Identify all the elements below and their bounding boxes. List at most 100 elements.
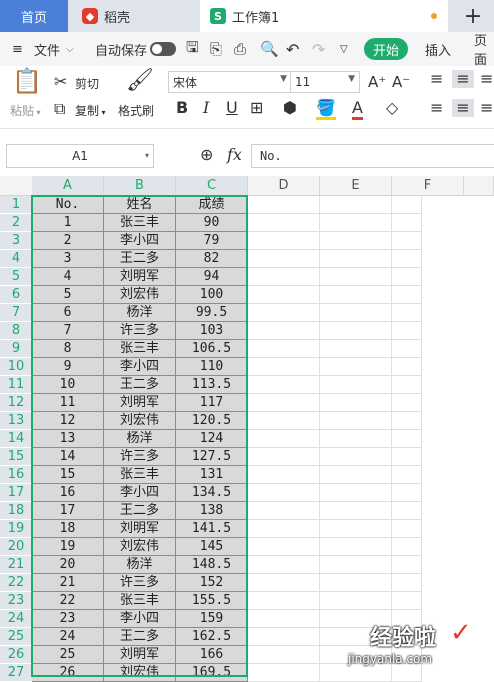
table-cell[interactable]: 10 xyxy=(32,376,104,394)
decrease-font-icon[interactable]: A⁻ xyxy=(392,73,410,91)
row-header[interactable]: 18 xyxy=(0,502,32,520)
row-header[interactable]: 16 xyxy=(0,466,32,484)
table-cell[interactable] xyxy=(248,592,320,610)
table-cell[interactable]: 124 xyxy=(176,430,248,448)
table-cell[interactable]: 9 xyxy=(32,358,104,376)
more-dropdown-icon[interactable]: ▽ xyxy=(340,32,348,66)
table-cell[interactable]: 22 xyxy=(32,592,104,610)
table-cell[interactable] xyxy=(320,376,392,394)
tab-workbook[interactable]: S 工作簿1 xyxy=(200,0,448,32)
table-cell[interactable]: 169.5 xyxy=(176,664,248,682)
table-cell[interactable] xyxy=(248,448,320,466)
table-cell[interactable]: 姓名 xyxy=(104,196,176,214)
table-cell[interactable] xyxy=(248,232,320,250)
table-cell[interactable]: 24 xyxy=(32,628,104,646)
table-cell[interactable]: 7 xyxy=(32,322,104,340)
table-cell[interactable] xyxy=(248,214,320,232)
paste-button[interactable]: 粘贴 ▾ xyxy=(10,102,41,119)
table-cell[interactable]: 131 xyxy=(176,466,248,484)
border-icon[interactable]: ⊞ xyxy=(250,99,263,117)
row-header[interactable]: 23 xyxy=(0,592,32,610)
table-cell[interactable]: 李小四 xyxy=(104,484,176,502)
row-header[interactable]: 8 xyxy=(0,322,32,340)
table-cell[interactable] xyxy=(392,520,422,538)
table-cell[interactable]: 148.5 xyxy=(176,556,248,574)
row-header[interactable]: 11 xyxy=(0,376,32,394)
table-cell[interactable]: 162.5 xyxy=(176,628,248,646)
fill-color-icon[interactable]: 🪣 xyxy=(316,99,336,120)
table-cell[interactable]: 王二多 xyxy=(104,628,176,646)
name-box[interactable]: A1 ▾ xyxy=(6,144,154,168)
table-cell[interactable]: 99.5 xyxy=(176,304,248,322)
row-header[interactable]: 9 xyxy=(0,340,32,358)
table-cell[interactable] xyxy=(392,394,422,412)
table-cell[interactable]: 6 xyxy=(32,304,104,322)
table-cell[interactable]: 19 xyxy=(32,538,104,556)
table-cell[interactable]: 许三多 xyxy=(104,322,176,340)
page-tab[interactable]: 页面 xyxy=(474,32,494,68)
table-cell[interactable] xyxy=(320,268,392,286)
table-cell[interactable] xyxy=(248,466,320,484)
row-header[interactable]: 10 xyxy=(0,358,32,376)
table-cell[interactable] xyxy=(392,430,422,448)
row-header[interactable]: 19 xyxy=(0,520,32,538)
table-cell[interactable]: 王二多 xyxy=(104,502,176,520)
table-cell[interactable] xyxy=(392,502,422,520)
table-cell[interactable]: 刘宏伟 xyxy=(104,664,176,682)
row-header[interactable]: 25 xyxy=(0,628,32,646)
table-cell[interactable]: 141.5 xyxy=(176,520,248,538)
font-name-select[interactable]: 宋体 ▼ xyxy=(168,71,292,93)
new-tab-button[interactable]: + xyxy=(452,0,494,32)
table-cell[interactable]: 120.5 xyxy=(176,412,248,430)
row-header[interactable]: 12 xyxy=(0,394,32,412)
table-cell[interactable]: 113.5 xyxy=(176,376,248,394)
column-header-a[interactable]: A xyxy=(32,176,104,196)
table-cell[interactable]: 134.5 xyxy=(176,484,248,502)
underline-button[interactable]: U xyxy=(226,99,238,117)
table-cell[interactable] xyxy=(320,430,392,448)
print-preview-icon[interactable]: 🔍 xyxy=(260,32,279,66)
fx-icon[interactable]: fx xyxy=(227,146,242,164)
formula-input[interactable]: No. xyxy=(251,144,494,168)
table-cell[interactable]: 1 xyxy=(32,214,104,232)
row-header[interactable]: 24 xyxy=(0,610,32,628)
table-cell[interactable]: 23 xyxy=(32,610,104,628)
align-middle-icon[interactable]: ≡ xyxy=(452,70,474,88)
table-cell[interactable] xyxy=(248,340,320,358)
table-cell[interactable]: 79 xyxy=(176,232,248,250)
align-center-icon[interactable]: ≡ xyxy=(452,99,474,117)
table-cell[interactable] xyxy=(248,250,320,268)
table-cell[interactable] xyxy=(248,286,320,304)
tab-daoke[interactable]: ◆ 稻壳 xyxy=(70,0,198,32)
table-cell[interactable]: 刘明军 xyxy=(104,268,176,286)
table-cell[interactable] xyxy=(392,412,422,430)
table-cell[interactable] xyxy=(320,664,392,682)
insert-tab[interactable]: 插入 xyxy=(425,32,451,66)
table-cell[interactable] xyxy=(392,250,422,268)
table-cell[interactable]: 12 xyxy=(32,412,104,430)
table-cell[interactable] xyxy=(320,304,392,322)
table-cell[interactable] xyxy=(320,574,392,592)
table-cell[interactable] xyxy=(392,538,422,556)
table-cell[interactable] xyxy=(392,376,422,394)
row-header[interactable]: 3 xyxy=(0,232,32,250)
table-cell[interactable] xyxy=(320,394,392,412)
table-cell[interactable]: 82 xyxy=(176,250,248,268)
row-header[interactable]: 6 xyxy=(0,286,32,304)
table-cell[interactable]: 2 xyxy=(32,232,104,250)
align-bottom-icon[interactable]: ≡ xyxy=(480,70,493,88)
align-right-icon[interactable]: ≡ xyxy=(480,99,493,117)
column-header-b[interactable]: B xyxy=(104,176,176,196)
copy-icon[interactable]: ⧉ xyxy=(54,100,65,118)
table-cell[interactable]: 94 xyxy=(176,268,248,286)
clear-format-icon[interactable]: ◇ xyxy=(386,99,398,117)
table-cell[interactable]: 3 xyxy=(32,250,104,268)
column-header-d[interactable]: D xyxy=(248,176,320,196)
row-header[interactable]: 27 xyxy=(0,664,32,682)
row-header[interactable]: 26 xyxy=(0,646,32,664)
table-cell[interactable]: 李小四 xyxy=(104,358,176,376)
table-cell[interactable] xyxy=(392,286,422,304)
table-cell[interactable] xyxy=(392,232,422,250)
hamburger-menu-icon[interactable]: ≡ xyxy=(12,32,23,66)
table-cell[interactable]: 张三丰 xyxy=(104,466,176,484)
